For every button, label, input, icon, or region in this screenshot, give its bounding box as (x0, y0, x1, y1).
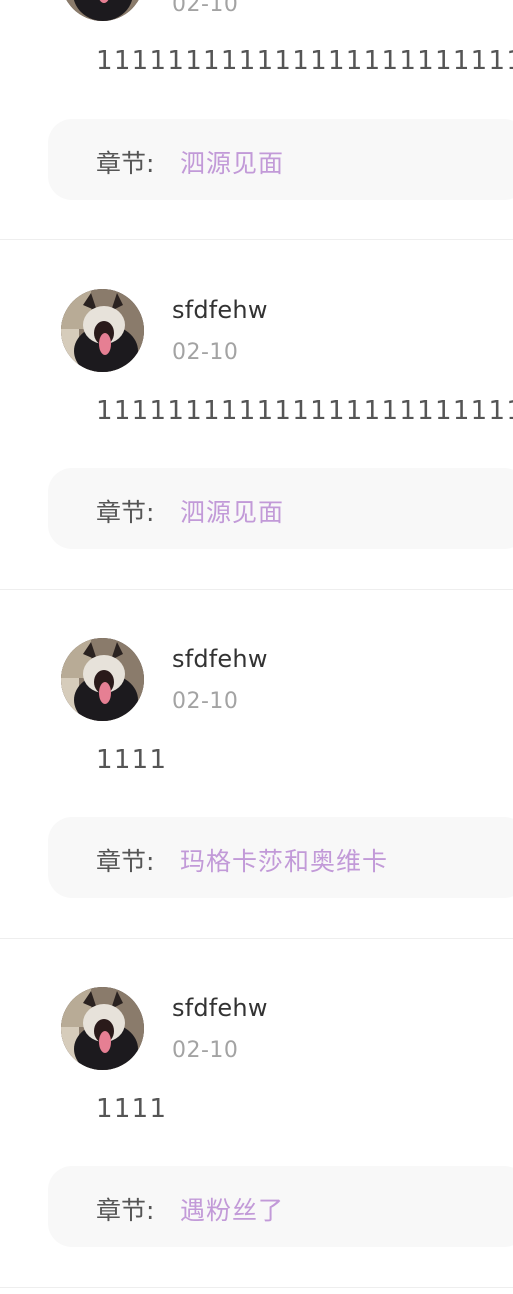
chapter-tag[interactable]: 章节: 泗源见面 (48, 468, 513, 549)
user-avatar[interactable] (61, 289, 144, 372)
comment-item: 02-10 111111111111111111111111111 章节: 泗源… (0, 0, 513, 240)
user-avatar[interactable] (61, 0, 144, 21)
chapter-label: 章节: (96, 149, 155, 178)
chapter-tag[interactable]: 章节: 泗源见面 (48, 119, 513, 200)
chapter-label: 章节: (96, 1196, 155, 1225)
user-name[interactable]: sfdfehw (172, 645, 268, 673)
chapter-label: 章节: (96, 498, 155, 527)
user-avatar[interactable] (61, 638, 144, 721)
user-name[interactable]: sfdfehw (172, 994, 268, 1022)
comment-content: 1111 (96, 745, 168, 775)
chapter-link[interactable]: 泗源见面 (180, 493, 284, 529)
comment-item: sfdfehw 02-10 11111111111111111111111111… (0, 240, 513, 590)
comment-item: sfdfehw 02-10 1111 章节: 玛格卡莎和奥维卡 (0, 589, 513, 939)
chapter-tag[interactable]: 章节: 遇粉丝了 (48, 1166, 513, 1247)
comment-date: 02-10 (172, 1038, 239, 1063)
comment-list-page: 02-10 111111111111111111111111111 章节: 泗源… (0, 0, 513, 1294)
chapter-tag[interactable]: 章节: 玛格卡莎和奥维卡 (48, 817, 513, 898)
dog-avatar-icon (61, 289, 144, 372)
comment-divider (0, 1287, 513, 1288)
dog-avatar-icon (61, 638, 144, 721)
comment-date: 02-10 (172, 689, 239, 714)
user-name[interactable]: sfdfehw (172, 296, 268, 324)
chapter-link[interactable]: 玛格卡莎和奥维卡 (180, 842, 388, 878)
chapter-link[interactable]: 泗源见面 (180, 144, 284, 180)
comment-content: 1111 (96, 1094, 168, 1124)
comment-date: 02-10 (172, 0, 239, 17)
dog-avatar-icon (61, 0, 144, 21)
comment-content: 1111111111111111111111111111111 (96, 396, 513, 426)
chapter-link[interactable]: 遇粉丝了 (180, 1191, 284, 1227)
comment-date: 02-10 (172, 340, 239, 365)
user-avatar[interactable] (61, 987, 144, 1070)
comment-item: sfdfehw 02-10 1111 章节: 遇粉丝了 (0, 938, 513, 1294)
chapter-label: 章节: (96, 847, 155, 876)
dog-avatar-icon (61, 987, 144, 1070)
comment-content: 111111111111111111111111111 (96, 46, 513, 76)
